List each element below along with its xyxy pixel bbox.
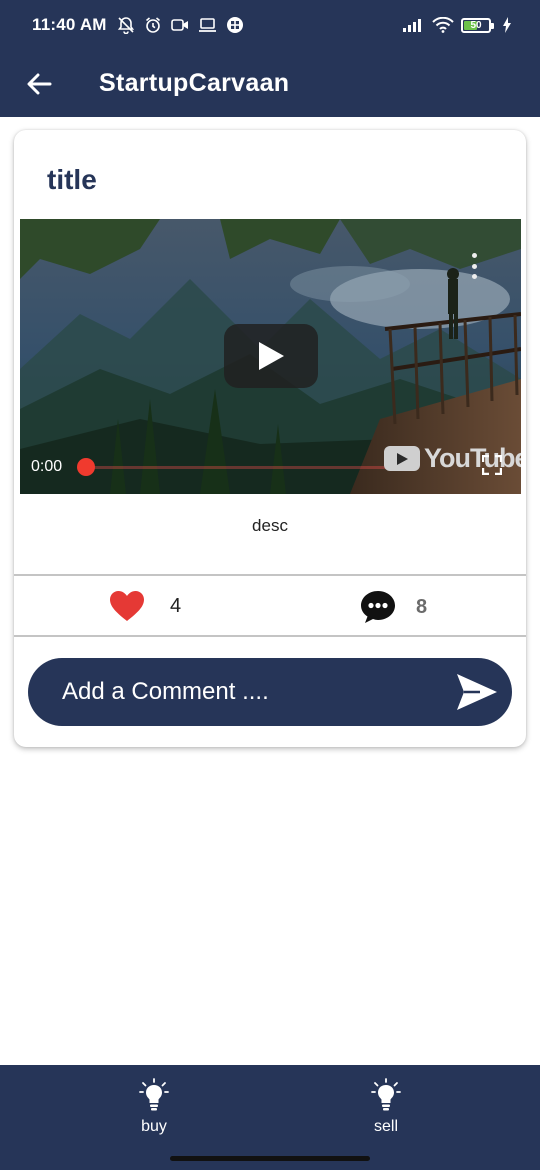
app-title: StartupCarvaan <box>99 69 290 97</box>
signal-icon <box>403 18 425 32</box>
home-indicator[interactable] <box>170 1156 370 1161</box>
video-progress-handle[interactable] <box>77 458 95 476</box>
nav-item-sell[interactable]: sell <box>326 1065 446 1140</box>
comment-bubble-icon <box>361 591 395 623</box>
comment-button[interactable]: 8 <box>360 590 427 624</box>
status-icons-right: 50 <box>403 17 512 33</box>
video-progress-track[interactable] <box>86 466 386 469</box>
lightbulb-icon <box>371 1078 401 1112</box>
status-icons-left <box>117 16 244 34</box>
bottom-navigation: buy sell <box>0 1065 540 1170</box>
alarm-icon <box>144 16 162 34</box>
divider <box>14 635 526 637</box>
post-card: title 0:00 YouTube desc 4 8 Add a Commen… <box>14 130 526 747</box>
video-call-icon <box>170 17 189 33</box>
app-bar: StartupCarvaan <box>0 50 540 117</box>
heart-icon <box>110 591 144 621</box>
battery-icon: 50 <box>461 17 494 33</box>
play-button[interactable] <box>224 324 318 388</box>
video-more-button[interactable] <box>467 253 481 279</box>
wifi-icon <box>432 17 454 33</box>
comment-input[interactable] <box>28 658 442 726</box>
more-dot <box>471 274 477 279</box>
youtube-play-icon <box>384 446 420 471</box>
youtube-wordmark: YouTube <box>424 443 521 473</box>
send-icon <box>457 674 497 710</box>
nav-label-sell: sell <box>373 1118 398 1135</box>
app-grid-icon <box>226 16 244 34</box>
like-button[interactable]: 4 <box>109 590 181 622</box>
video-time: 0:00 <box>31 458 63 475</box>
laptop-icon <box>198 17 217 33</box>
charging-icon <box>502 17 512 33</box>
lightbulb-icon <box>139 1078 169 1112</box>
battery-level: 50 <box>470 19 482 31</box>
back-button[interactable] <box>0 50 78 117</box>
nav-item-buy[interactable]: buy <box>94 1065 214 1140</box>
play-icon <box>259 342 284 370</box>
send-button[interactable] <box>442 658 512 726</box>
status-time: 11:40 AM <box>32 15 107 34</box>
post-title: title <box>47 164 97 195</box>
status-bar: 11:40 AM 50 <box>0 0 540 50</box>
comment-count: 8 <box>416 595 428 618</box>
post-description: desc <box>252 516 288 535</box>
divider <box>14 574 526 576</box>
more-dot <box>471 253 477 258</box>
more-dot <box>471 263 477 269</box>
nav-label-buy: buy <box>141 1118 167 1135</box>
like-count: 4 <box>170 594 182 617</box>
mute-bell-icon <box>117 16 135 34</box>
comment-box <box>28 658 512 726</box>
fullscreen-icon[interactable] <box>482 455 502 475</box>
arrow-left-icon <box>27 73 52 94</box>
video-player[interactable]: 0:00 YouTube <box>20 219 521 494</box>
